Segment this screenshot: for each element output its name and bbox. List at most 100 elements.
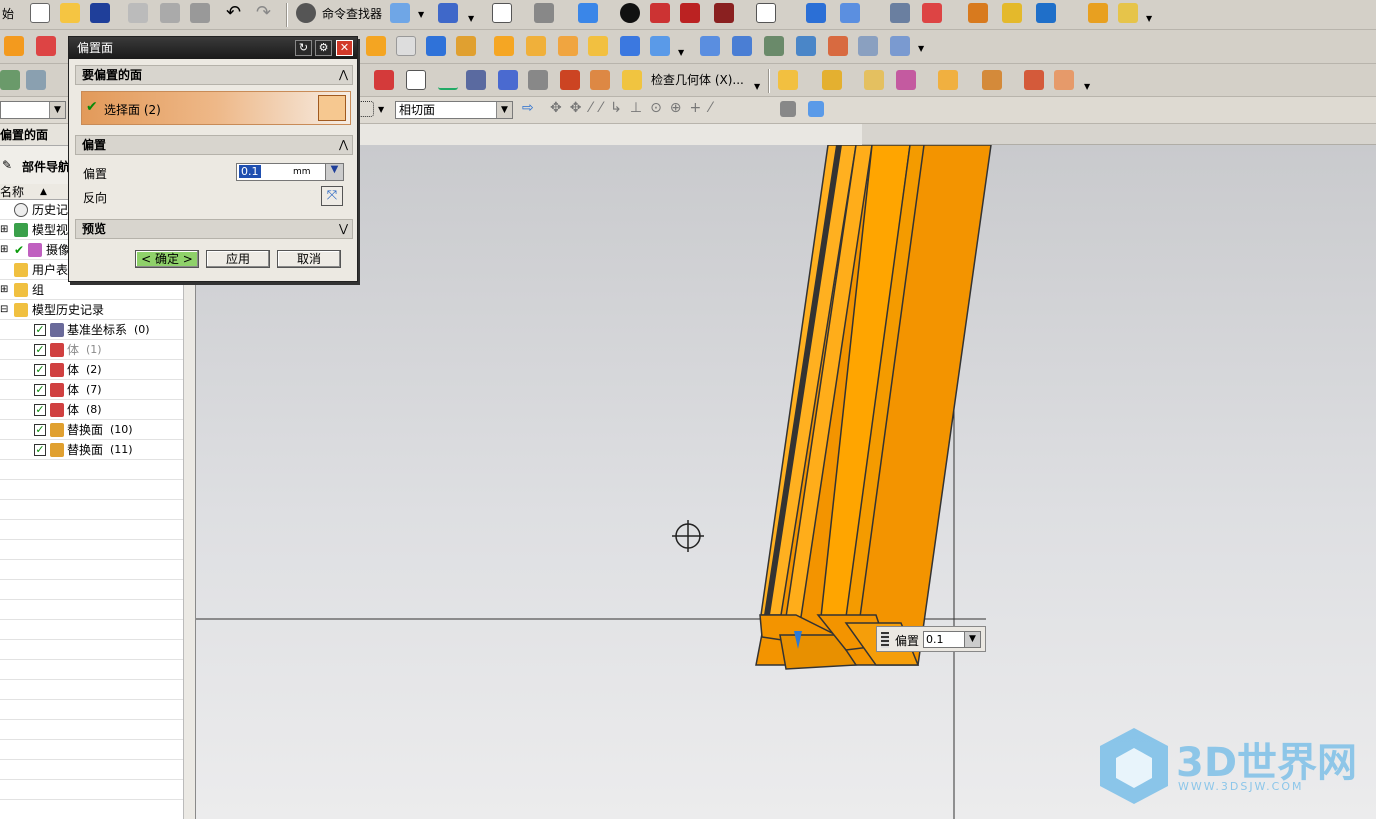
apply-button[interactable]: 应用 [206,250,270,268]
frame-icon[interactable] [406,70,426,90]
explode-icon[interactable] [982,70,1002,90]
cut-icon[interactable] [128,3,148,23]
orient-view-icon[interactable] [806,3,826,23]
visibility-checkbox[interactable]: ✓ [34,384,46,396]
measure-angle-icon[interactable] [1118,3,1138,23]
background-icon[interactable] [756,3,776,23]
history-row[interactable]: ✓ 体 (2) [0,360,184,380]
play-icon[interactable] [1036,3,1056,23]
layers-icon[interactable] [0,70,20,90]
mate-icon[interactable] [822,70,842,90]
offset-value-field[interactable]: 0.1 mm ▼ [236,163,344,181]
check-geometry-button[interactable]: 检查几何体 (X)... [651,71,744,88]
paste-icon[interactable] [190,3,210,23]
sew-icon[interactable] [890,36,910,56]
history-row[interactable]: ✓ 基准坐标系 (0) [0,320,184,340]
point-icon[interactable] [438,70,458,90]
ok-button[interactable]: < 确定 > [135,250,199,268]
pipe-icon[interactable] [590,70,610,90]
chevron-down-icon[interactable]: ⋁ [339,220,348,238]
wave-link-icon[interactable] [1024,70,1044,90]
open-folder-icon[interactable] [60,3,80,23]
select-face-cube-icon[interactable] [318,95,346,121]
expand-icon[interactable]: ⊞ [0,240,8,260]
section-offset[interactable]: 偏置 ⋀ [75,135,353,155]
chevron-down-icon[interactable]: ▼ [418,10,424,19]
visibility-checkbox[interactable]: ✓ [34,324,46,336]
close-icon[interactable]: ✕ [336,40,353,56]
command-finder-button[interactable]: 命令查找器 [322,5,382,22]
reset-icon[interactable]: ↻ [295,40,312,56]
reverse-direction-icon[interactable]: ⤧ [321,186,343,206]
mesh-icon[interactable] [732,36,752,56]
chevron-down-icon[interactable]: ▼ [754,82,760,91]
chevron-down-icon[interactable]: ▼ [678,48,684,57]
graphics-viewport[interactable] [196,145,1376,819]
expand-icon[interactable]: ⊞ [0,220,8,240]
snap-face-icon[interactable] [780,101,796,117]
section-faces-to-offset[interactable]: 要偏置的面 ⋀ [75,65,353,85]
visibility-checkbox[interactable]: ✓ [34,424,46,436]
screen-input-offset[interactable]: 偏置 0.1 ▼ [876,626,986,652]
info-icon[interactable] [438,3,458,23]
tree-item-groups[interactable]: ⊞ 组 [0,280,184,300]
revolve-icon[interactable] [558,36,578,56]
expand-icon[interactable]: ⊞ [0,280,8,300]
chevron-down-icon[interactable]: ▼ [325,164,343,180]
cancel-button[interactable]: 取消 [277,250,341,268]
chevron-down-icon[interactable]: ▼ [1084,82,1090,91]
remove-component-icon[interactable] [864,70,884,90]
history-row[interactable]: ✓ 体 (1) [0,340,184,360]
save-icon[interactable] [90,3,110,23]
thicken-icon[interactable] [498,70,518,90]
snap-solid-icon[interactable] [808,101,824,117]
chevron-down-icon[interactable]: ▼ [918,44,924,53]
check-geometry-icon[interactable] [622,70,642,90]
chevron-up-icon[interactable]: ⋀ [339,136,348,154]
cylinder-icon[interactable] [650,3,670,23]
type-filter-select[interactable]: ▼ [0,101,66,119]
collapse-icon[interactable]: ⊟ [0,300,8,320]
curve-icon[interactable] [764,36,784,56]
extrude-icon[interactable] [366,36,386,56]
binoculars-icon[interactable] [296,3,316,23]
tree-item-model-history[interactable]: ⊟ 模型历史记录 [0,300,184,320]
grid-icon[interactable] [466,70,486,90]
clearance-icon[interactable] [1054,70,1074,90]
visibility-checkbox[interactable]: ✓ [34,444,46,456]
rotate-view-icon[interactable] [840,3,860,23]
face-rule-select[interactable]: 相切面 ▼ [395,101,513,119]
view-render-icon[interactable] [390,3,410,23]
trim-icon[interactable] [828,36,848,56]
draft-icon[interactable] [1002,3,1022,23]
measure-distance-icon[interactable] [1088,3,1108,23]
redo-icon[interactable]: ↷ [256,3,276,23]
solid-icon[interactable] [426,36,446,56]
section-preview[interactable]: 预览 ⋁ [75,219,353,239]
start-menu[interactable]: 始 [2,5,14,22]
arrow-right-icon[interactable]: ⇨ [522,100,534,116]
select-faces-row[interactable]: ✔ 选择面 (2) [81,91,351,125]
dialog-titlebar[interactable]: 偏置面 [69,37,357,59]
history-row[interactable]: ✓ 替换面 (10) [0,420,184,440]
chevron-down-icon[interactable]: ▼ [964,632,980,647]
chevron-down-icon[interactable]: ▼ [1146,14,1152,23]
name-column-header[interactable]: 名称 [0,184,24,200]
layer-icon[interactable] [890,3,910,23]
add-component-icon[interactable] [778,70,798,90]
history-row[interactable]: ✓ 体 (8) [0,400,184,420]
wcs-icon[interactable] [922,3,942,23]
chevron-down-icon[interactable]: ▼ [378,105,384,114]
chevron-up-icon[interactable]: ⋀ [339,66,348,84]
plane-icon[interactable] [396,36,416,56]
visibility-checkbox[interactable]: ✓ [34,364,46,376]
analysis-icon[interactable] [968,3,988,23]
shade-icon[interactable] [620,3,640,23]
visibility-checkbox[interactable]: ✓ [34,344,46,356]
replace-component-icon[interactable] [896,70,916,90]
move-icon[interactable] [374,70,394,90]
blend-icon[interactable] [588,36,608,56]
undo-icon[interactable]: ↶ [226,3,246,23]
spline-icon[interactable] [528,70,548,90]
visibility-checkbox[interactable]: ✓ [34,404,46,416]
